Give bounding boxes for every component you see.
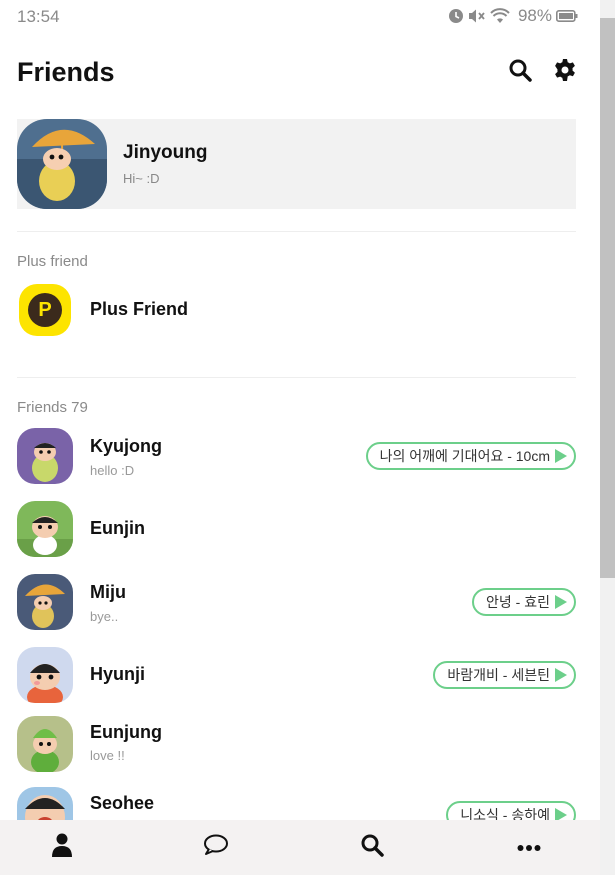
play-icon <box>555 668 567 682</box>
friend-item[interactable]: Seohee 니소식 - 송하예 <box>17 787 576 820</box>
plus-friend-item[interactable]: P Plus Friend <box>17 282 576 338</box>
divider <box>17 377 576 378</box>
status-time: 13:54 <box>17 7 60 26</box>
my-profile[interactable]: Jinyoung Hi~ :D <box>17 119 576 209</box>
music-title: 나의 어깨에 기대어요 - 10cm <box>379 448 550 464</box>
music-pill[interactable]: 안녕 - 효린 <box>472 588 576 616</box>
music-title: 니소식 - 송하예 <box>460 807 550 820</box>
avatar[interactable] <box>17 574 73 630</box>
plus-logo-letter: P <box>28 293 62 327</box>
status-bar: 13:54 98% <box>0 0 600 32</box>
person-icon <box>51 833 73 862</box>
plus-friend-logo: P <box>19 284 71 336</box>
friend-status: bye.. <box>90 609 119 624</box>
play-icon <box>555 595 567 609</box>
friend-name: Seohee <box>90 793 155 813</box>
play-icon <box>555 808 567 820</box>
friend-name: Miju <box>90 582 126 602</box>
avatar[interactable] <box>17 501 73 557</box>
battery-label: 98% <box>517 6 552 25</box>
friend-name: Hyunji <box>90 664 146 684</box>
profile-name: Jinyoung <box>123 142 208 163</box>
friend-item[interactable]: Eunjin <box>17 501 576 557</box>
friend-status: hello :D <box>90 463 135 478</box>
friend-item[interactable]: Hyunji 바람개비 - 세븐틴 <box>17 647 576 703</box>
friend-item[interactable]: Kyujong hello :D 나의 어깨에 기대어요 - 10cm <box>17 428 576 484</box>
battery-icon <box>556 10 578 22</box>
avatar[interactable] <box>17 119 107 209</box>
avatar[interactable] <box>17 647 73 703</box>
friend-list[interactable]: Kyujong hello :D 나의 어깨에 기대어요 - 10cm Eunj… <box>17 428 576 820</box>
music-pill[interactable]: 나의 어깨에 기대어요 - 10cm <box>365 442 576 470</box>
plus-friend-name: Plus Friend <box>90 299 189 319</box>
friend-item[interactable]: Eunjung love !! <box>17 716 576 772</box>
profile-status: Hi~ :D <box>123 171 160 186</box>
avatar[interactable] <box>17 716 73 772</box>
plus-friend-section-label: Plus friend <box>17 253 88 270</box>
friend-name: Eunjin <box>90 518 145 538</box>
nav-search-tab[interactable] <box>332 820 412 875</box>
friend-name: Eunjung <box>90 722 162 742</box>
music-title: 안녕 - 효린 <box>486 594 550 610</box>
nav-friends-tab[interactable] <box>22 820 102 875</box>
alarm-icon <box>448 8 464 24</box>
friend-item[interactable]: Miju bye.. 안녕 - 효린 <box>17 574 576 630</box>
search-icon <box>360 833 384 862</box>
scrollbar-thumb[interactable] <box>600 18 615 578</box>
play-icon <box>555 449 567 463</box>
friend-status: love !! <box>90 748 125 763</box>
wifi-icon <box>490 8 510 24</box>
music-pill[interactable]: 바람개비 - 세븐틴 <box>433 661 576 689</box>
friend-name: Kyujong <box>90 436 162 456</box>
mute-icon <box>468 8 486 24</box>
search-button[interactable] <box>506 58 534 86</box>
nav-more-tab[interactable] <box>489 820 569 875</box>
friends-section-label: Friends 79 <box>17 399 88 416</box>
bottom-nav <box>0 820 600 875</box>
more-icon <box>517 839 541 857</box>
music-pill[interactable]: 니소식 - 송하예 <box>446 801 576 820</box>
gear-icon <box>553 58 577 87</box>
avatar[interactable] <box>17 787 73 820</box>
divider <box>17 231 576 232</box>
chat-icon <box>203 834 229 861</box>
music-title: 바람개비 - 세븐틴 <box>447 667 550 683</box>
search-icon <box>508 58 532 87</box>
page-title: Friends <box>17 57 115 87</box>
avatar[interactable] <box>17 428 73 484</box>
nav-chats-tab[interactable] <box>176 820 256 875</box>
settings-button[interactable] <box>551 58 579 86</box>
